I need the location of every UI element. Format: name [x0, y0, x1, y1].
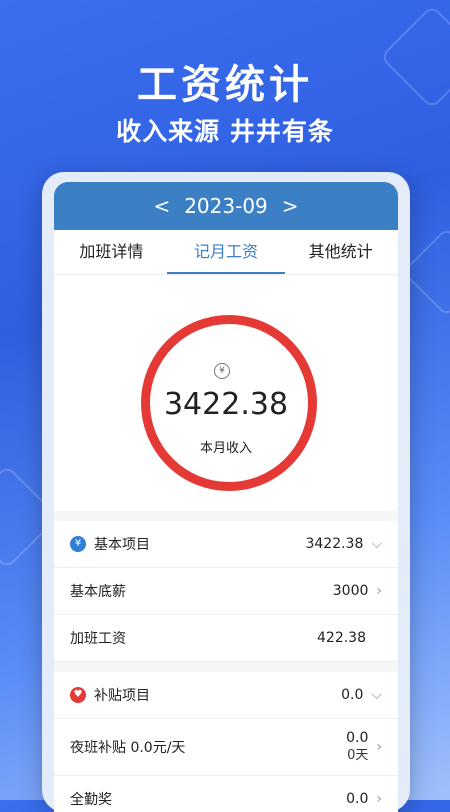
tab-monthly-salary[interactable]: 记月工资: [169, 230, 284, 274]
night-shift-amount: 0.0: [346, 730, 369, 746]
base-salary-value: 3000: [332, 583, 369, 599]
attendance-bonus-value: 0.0: [346, 791, 369, 807]
chevron-right-icon: ›: [376, 791, 382, 807]
night-shift-values: 0.0 0天: [346, 729, 368, 765]
phone-frame: < 2023-09 > 加班详情 记月工资 其他统计 ¥ 3422.38 本月收…: [42, 172, 410, 812]
month-label[interactable]: 2023-09: [184, 194, 268, 218]
overtime-pay-label: 加班工资: [70, 631, 126, 647]
chevron-right-icon: ›: [376, 739, 382, 755]
prev-month-button[interactable]: <: [153, 194, 170, 218]
allowance-section: ♥ 补贴项目 0.0 ⌵ 夜班补贴 0.0元/天 0.0 0天 › 全勤奖 0.…: [54, 672, 398, 812]
night-shift-label: 夜班补贴 0.0元/天: [70, 740, 186, 756]
yen-icon: ¥: [70, 536, 86, 552]
month-selector: < 2023-09 >: [54, 182, 398, 230]
basic-items-section: ¥ 基本项目 3422.38 ⌵ 基本底薪 3000 › 加班工资 422.38: [54, 521, 398, 662]
overtime-pay-value: 422.38: [317, 630, 366, 646]
base-salary-row[interactable]: 基本底薪 3000 ›: [54, 568, 398, 615]
hero-subtitle: 收入来源 井井有条: [116, 117, 334, 146]
basic-items-total: 3422.38: [305, 536, 364, 552]
attendance-bonus-label: 全勤奖: [70, 792, 112, 808]
allowance-label: 补贴项目: [94, 688, 150, 704]
chevron-down-icon: ⌵: [371, 687, 382, 703]
night-shift-days: 0天: [347, 748, 369, 763]
attendance-bonus-row[interactable]: 全勤奖 0.0 ›: [54, 776, 398, 812]
currency-icon: ¥: [214, 363, 230, 379]
heart-icon: ♥: [70, 687, 86, 703]
chevron-down-icon: ⌵: [371, 536, 382, 552]
hero-title: 工资统计: [137, 62, 313, 108]
base-salary-label: 基本底薪: [70, 584, 126, 600]
night-shift-row[interactable]: 夜班补贴 0.0元/天 0.0 0天 ›: [54, 719, 398, 776]
tab-other-stats[interactable]: 其他统计: [283, 230, 398, 274]
next-month-button[interactable]: >: [282, 194, 299, 218]
tab-bar: 加班详情 记月工资 其他统计: [54, 230, 398, 274]
app-screen: < 2023-09 > 加班详情 记月工资 其他统计 ¥ 3422.38 本月收…: [54, 182, 398, 812]
basic-items-header[interactable]: ¥ 基本项目 3422.38 ⌵: [54, 521, 398, 568]
income-summary: ¥ 3422.38 本月收入: [54, 274, 398, 511]
tab-overtime-details[interactable]: 加班详情: [54, 230, 169, 274]
overtime-pay-row: 加班工资 422.38: [54, 615, 398, 662]
basic-items-label: 基本项目: [94, 537, 150, 553]
chevron-right-icon: ›: [376, 583, 382, 599]
allowance-header[interactable]: ♥ 补贴项目 0.0 ⌵: [54, 672, 398, 719]
allowance-total: 0.0: [341, 687, 364, 703]
monthly-income-label: 本月收入: [199, 441, 252, 456]
monthly-income-amount: 3422.38: [163, 387, 289, 422]
